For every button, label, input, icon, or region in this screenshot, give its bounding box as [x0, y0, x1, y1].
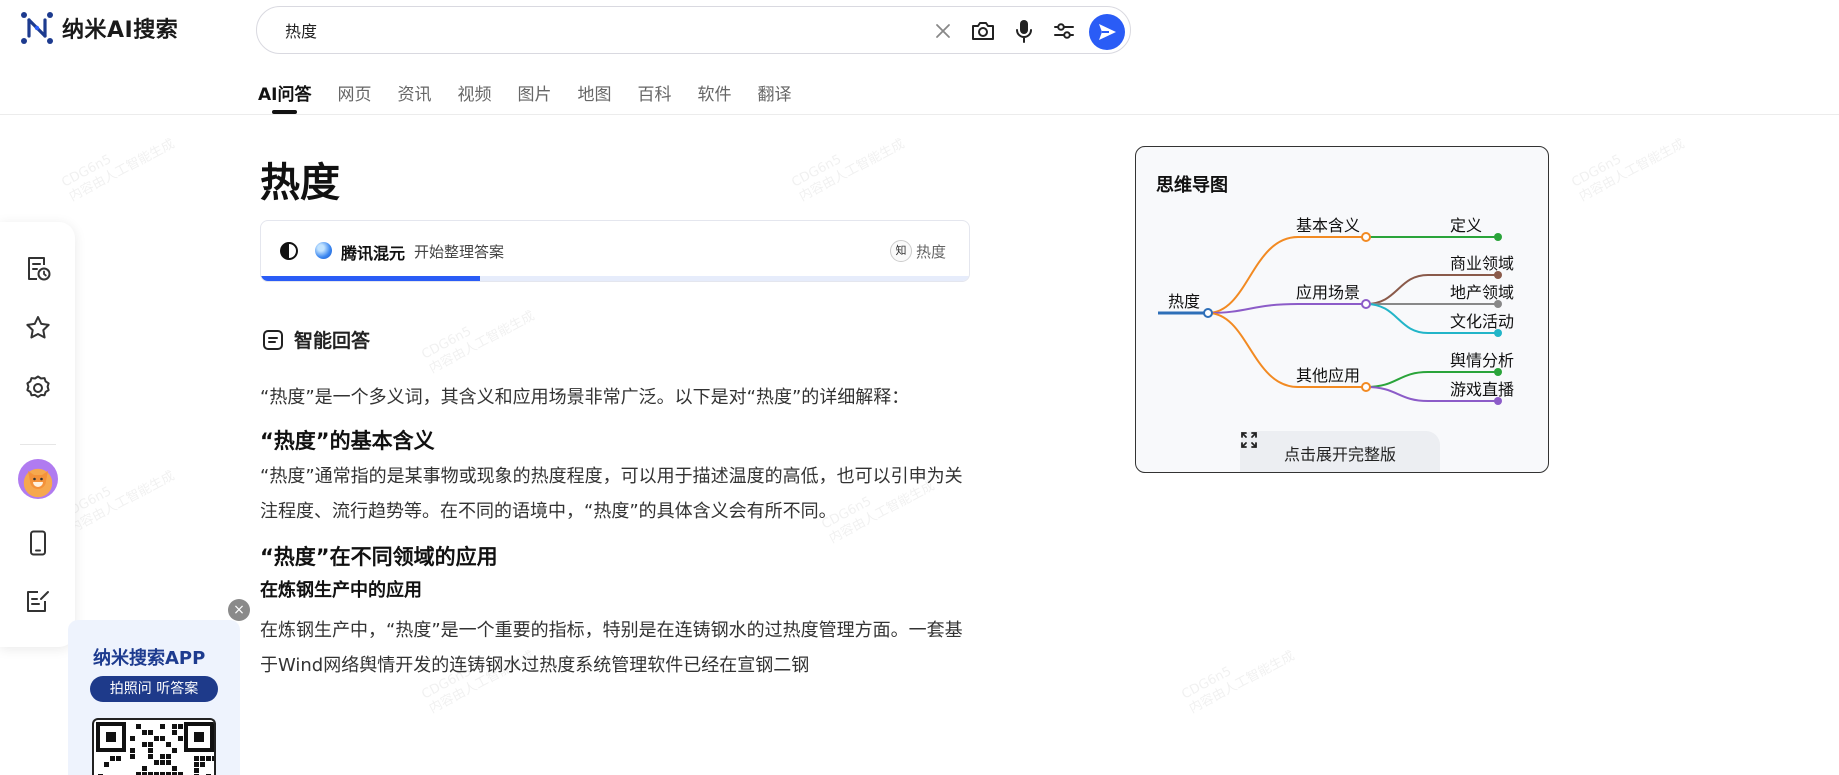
promo-close-button[interactable]: ×: [228, 599, 250, 621]
tab-ai-qa[interactable]: AI问答: [258, 80, 311, 114]
zhihu-source-icon: 知: [890, 240, 912, 262]
tab-news[interactable]: 资讯: [397, 80, 431, 114]
progress-bar: [261, 276, 969, 281]
search-input[interactable]: [285, 17, 885, 43]
send-icon[interactable]: [1089, 14, 1125, 50]
search-tabs: AI问答 网页 资讯 视频 图片 地图 百科 软件 翻译: [258, 80, 817, 114]
page-title: 热度: [260, 160, 340, 206]
settings-sliders-icon[interactable]: [1052, 19, 1076, 43]
status-message: 开始整理答案: [414, 243, 505, 261]
contrast-icon[interactable]: [279, 241, 299, 261]
mindmap-node-label: 基本含义: [1296, 216, 1360, 235]
answer-intro: “热度”是一个多义词，其含义和应用场景非常广泛。以下是对“热度”的详细解释：: [260, 387, 910, 408]
expand-icon: [1241, 432, 1257, 448]
mindmap-leaf-label: 文化活动: [1450, 312, 1514, 331]
nano-logo-icon: [21, 12, 53, 44]
source-label[interactable]: 热度: [916, 241, 946, 262]
watermark: CDG6n5 内容由人工智能生成: [1179, 648, 1298, 717]
mindmap-node-label: 应用场景: [1296, 283, 1360, 302]
mindmap-root-label: 热度: [1168, 292, 1200, 311]
mindmap-leaf-label: 游戏直播: [1450, 380, 1514, 399]
promo-title: 纳米搜索APP: [93, 648, 206, 669]
app-promo-card[interactable]: 纳米搜索APP 拍照问 听答案: [68, 620, 240, 775]
watermark: CDG6n5 内容由人工智能生成: [789, 136, 908, 205]
heading-steel: 在炼钢生产中的应用: [260, 580, 422, 601]
gear-icon[interactable]: [22, 372, 54, 404]
tab-video[interactable]: 视频: [457, 80, 491, 114]
answer-section-label: 智能回答: [294, 330, 371, 352]
mindmap-node-label: 其他应用: [1296, 366, 1360, 385]
expand-label: 点击展开完整版: [1283, 444, 1396, 464]
mindmap-expand-button[interactable]: 点击展开完整版: [1240, 431, 1440, 472]
toolbar-divider: [20, 444, 56, 445]
fox-avatar-icon: [28, 471, 48, 489]
promo-tagline: 拍照问 听答案: [90, 676, 218, 702]
mindmap-leaf-label: 舆情分析: [1450, 351, 1514, 370]
mindmap-leaf-label: 定义: [1450, 216, 1482, 235]
left-toolbar: [0, 222, 75, 647]
mindmap-diagram: 热度 基本含义 应用场景 其他应用 定义 商业领域 地产领域 文化活动 舆情分析…: [1158, 216, 1514, 405]
search-bar: [256, 6, 1131, 54]
tab-images[interactable]: 图片: [517, 80, 551, 114]
camera-icon[interactable]: [971, 19, 995, 43]
tab-software[interactable]: 软件: [697, 80, 731, 114]
heading-applications: “热度”在不同领域的应用: [260, 545, 498, 569]
tab-baike[interactable]: 百科: [637, 80, 671, 114]
mindmap-leaf-label: 商业领域: [1450, 254, 1514, 273]
avatar[interactable]: [18, 459, 58, 499]
watermark: CDG6n5 内容由人工智能生成: [59, 136, 178, 205]
app-logo[interactable]: 纳米AI搜索: [20, 10, 178, 46]
smart-answer-icon: [263, 329, 283, 350]
mindmap-card[interactable]: 思维导图 热度 基本含义 应用场景 其他应用 定义 商业领域 地产领域 文化活动…: [1135, 146, 1549, 473]
tab-web[interactable]: 网页: [337, 80, 371, 114]
answer-content: “热度”是一个多义词，其含义和应用场景非常广泛。以下是对“热度”的详细解释： “…: [260, 380, 972, 683]
tab-translate[interactable]: 翻译: [757, 80, 791, 114]
history-icon[interactable]: [22, 252, 54, 284]
heading-basic-meaning: “热度”的基本含义: [260, 429, 435, 453]
paragraph-steel: 在炼钢生产中，“热度”是一个重要的指标，特别是在连铸钢水的过热度管理方面。一套基…: [260, 620, 963, 676]
clear-icon[interactable]: [931, 19, 955, 43]
paragraph-basic-meaning: “热度”通常指的是某事物或现象的热度程度，可以用于描述温度的高低，也可以引申为关…: [260, 466, 963, 522]
microphone-icon[interactable]: [1012, 19, 1036, 43]
mobile-phone-icon[interactable]: [22, 527, 54, 559]
answer-section-header: 智能回答: [262, 326, 370, 353]
qr-code-icon: [96, 722, 214, 775]
header-divider: [0, 114, 1839, 115]
tab-map[interactable]: 地图: [577, 80, 611, 114]
star-icon[interactable]: [22, 312, 54, 344]
mindmap-edge: [1207, 303, 1366, 314]
app-name: 纳米AI搜索: [62, 18, 179, 43]
progress-fill: [261, 276, 481, 281]
mindmap-leaf-label: 地产领域: [1450, 283, 1514, 302]
watermark: CDG6n5 内容由人工智能生成: [59, 468, 178, 537]
watermark: CDG6n5 内容由人工智能生成: [1569, 136, 1688, 205]
watermark: CDG6n5 内容由人工智能生成: [419, 308, 538, 377]
model-name: 腾讯混元: [341, 244, 406, 263]
answer-status-bar: 腾讯混元 开始整理答案 知 热度: [260, 220, 970, 282]
feedback-edit-icon[interactable]: [22, 585, 54, 617]
hunyuan-model-icon: [315, 242, 332, 259]
qr-code: [92, 718, 216, 775]
